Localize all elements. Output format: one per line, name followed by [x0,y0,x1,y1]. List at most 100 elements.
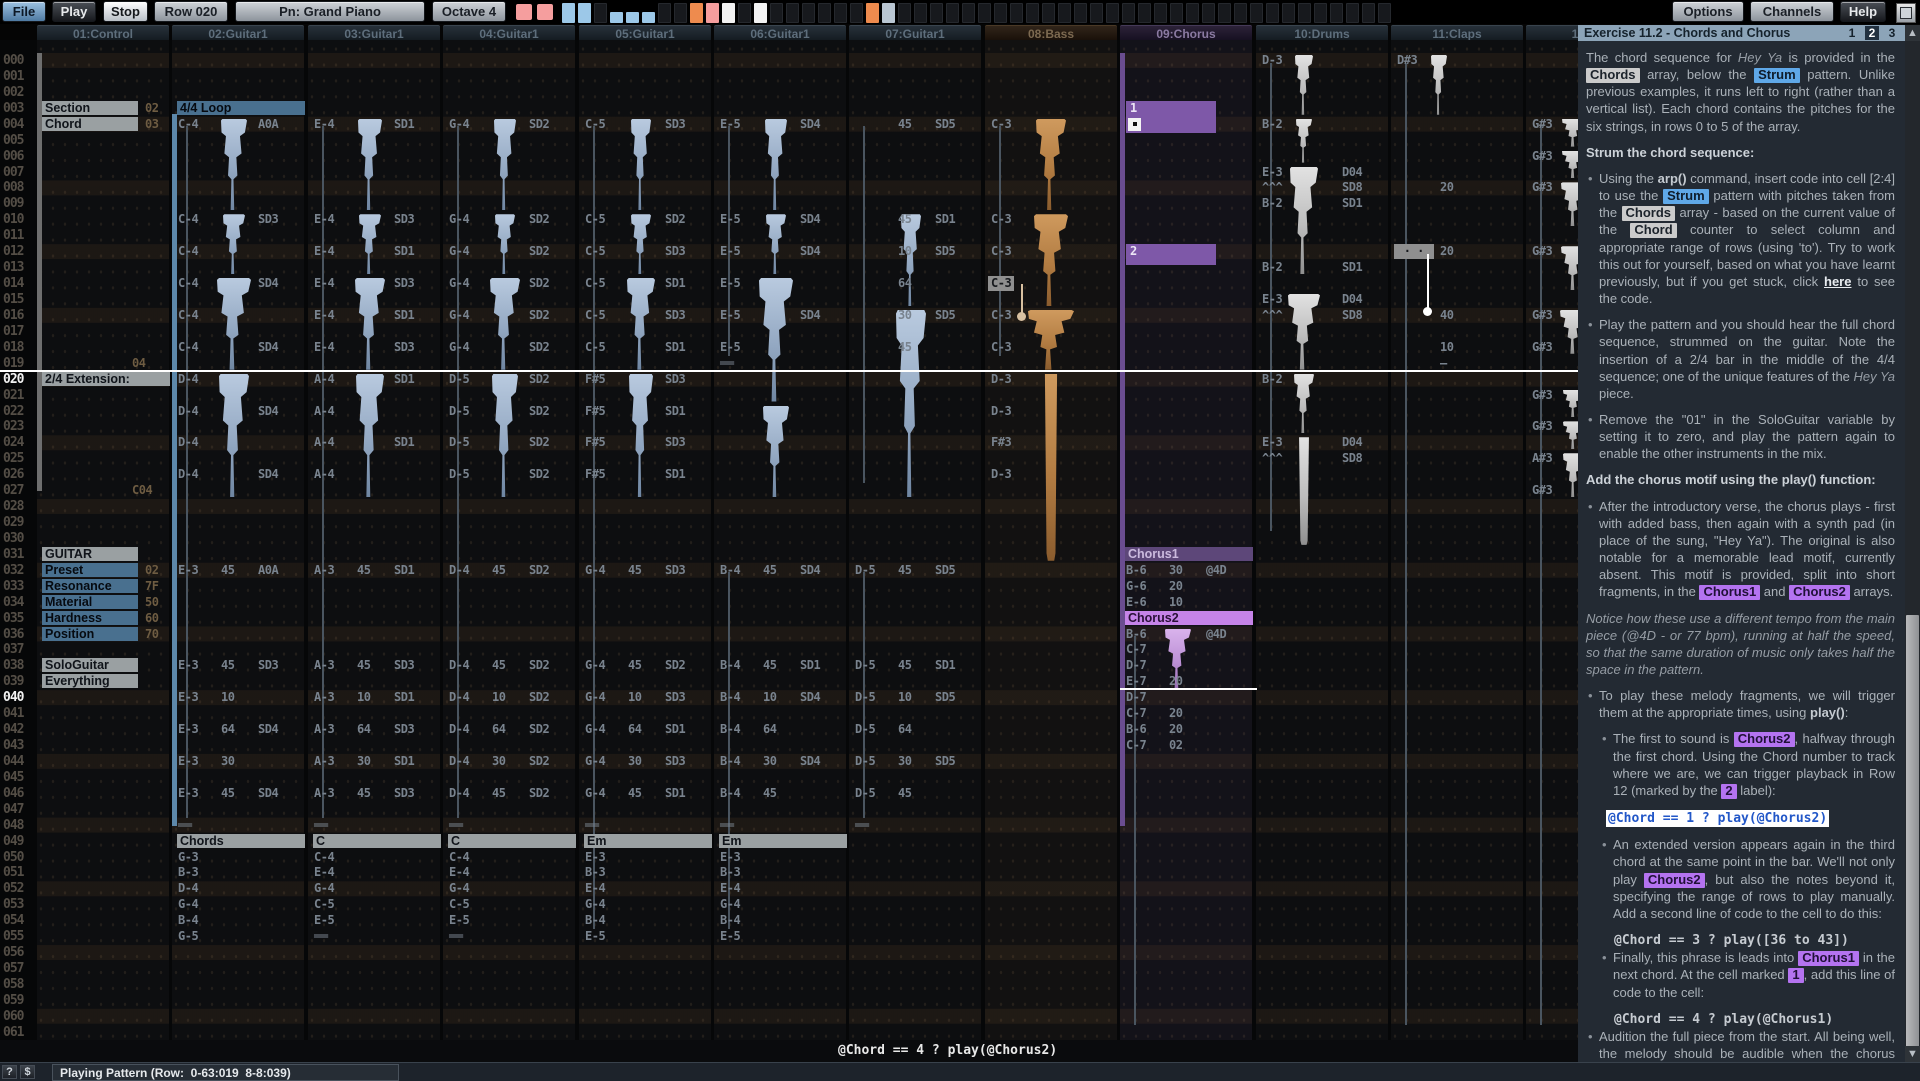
label-value[interactable]: 02 [145,563,158,578]
pattern-cell-note[interactable]: D-4 [178,467,198,482]
pattern-cell-note[interactable]: A-4 [314,404,334,419]
pattern-cell-note[interactable]: B-4 [720,563,740,578]
pattern-cell-fx[interactable]: SD3 [665,563,685,578]
pattern-cell-value[interactable]: 64 [221,722,234,737]
instrument-selector[interactable]: Pn: Grand Piano [235,1,425,22]
pattern-cell-note[interactable]: E-3 [178,722,198,737]
pattern-cell-value[interactable]: 02 [1169,738,1182,753]
pattern-cell-note[interactable]: D-5 [855,722,875,737]
pattern-cell-note[interactable]: D-4 [449,786,469,801]
pattern-cell-value[interactable]: 20 [1169,706,1182,721]
pattern-cell-note[interactable]: E-3 [720,850,740,865]
label-value[interactable]: 60 [145,611,158,626]
pattern-cell-value[interactable]: 20 [1440,180,1453,195]
pattern-cell-note[interactable]: G#3 [1532,149,1552,164]
pattern-cell-value[interactable]: 45 [763,658,776,673]
pattern-cell-fx[interactable]: SD1 [665,340,685,355]
section-label[interactable]: GUITAR [42,547,138,561]
section-label[interactable]: Em [584,834,712,848]
pattern-cell-value[interactable]: 20 [1169,579,1182,594]
section-label[interactable]: Material [42,595,138,609]
scroll-down-icon[interactable]: ▼ [1905,1046,1920,1062]
pattern-cell-note[interactable]: D-4 [178,404,198,419]
pattern-cell-note[interactable]: ══ [449,929,462,944]
channel-6[interactable]: EmE-5SD4E-5SD4E-5SD4E-5E-5SD4E-5══B-445S… [714,40,846,1040]
channel-header-06guitar1[interactable]: 06:Guitar1 [714,25,846,41]
pattern-cell-fx[interactable]: SD2 [529,786,549,801]
channel-1[interactable]: Section02Chord032/4 Extension:GUITARPres… [37,40,169,1040]
section-label[interactable]: Everything [42,674,138,688]
tutorial-page-1[interactable]: 1 [1845,26,1859,40]
pattern-cell-value[interactable]: 64 [898,276,911,291]
pattern-cell-value[interactable]: 10 [357,690,370,705]
pattern-cell-fx[interactable]: SD2 [529,212,549,227]
pattern-cell-note[interactable]: E-3 [1262,165,1282,180]
pattern-cell-fx[interactable]: SD3 [665,690,685,705]
pattern-cell-fx[interactable]: SD8 [1342,451,1362,466]
pattern-cell-fx[interactable]: D04 [1342,435,1362,450]
pattern-cell-note[interactable]: A-3 [314,658,334,673]
pattern-cell-note[interactable]: B-4 [720,786,740,801]
pattern-cell-note[interactable]: B-2 [1262,372,1282,387]
pattern-cell-value[interactable]: 64 [628,722,641,737]
pattern-cell-note[interactable]: C-3 [991,212,1011,227]
pattern-cell-fx[interactable]: SD3 [258,212,278,227]
pattern-cell-note[interactable]: G-4 [585,690,605,705]
section-label[interactable]: Chords [177,834,305,848]
pattern-cell-fx[interactable]: SD3 [665,754,685,769]
pattern-cell-note[interactable]: G-4 [585,722,605,737]
pattern-cell-note[interactable]: E-4 [314,276,334,291]
pattern-cell-note[interactable]: B-4 [720,754,740,769]
pattern-cell-note[interactable]: E-7 [1126,674,1146,689]
pattern-cell-fx[interactable]: SD3 [394,340,414,355]
channel-3[interactable]: CE-4SD1E-4SD3E-4SD1E-4SD3E-4SD1E-4SD3A-4… [308,40,440,1040]
channel-header-09chorus[interactable]: 09:Chorus [1120,25,1252,41]
pattern-cell-value[interactable]: 10 [1440,340,1453,355]
pattern-cell-note[interactable]: G-4 [314,881,334,896]
pattern-cell-note[interactable]: E-4 [314,308,334,323]
pattern-cell-note[interactable]: D-4 [449,722,469,737]
pattern-cell-note[interactable]: D-7 [1126,690,1146,705]
pattern-cell-note[interactable]: G-4 [449,308,469,323]
pattern-cell-fx[interactable]: SD5 [935,563,955,578]
pattern-cell-note[interactable]: C-7 [1126,738,1146,753]
pattern-cell-value[interactable]: 10 [221,690,234,705]
pattern-cell-note[interactable]: G-4 [585,754,605,769]
pattern-cell-fx[interactable]: SD3 [258,658,278,673]
section-label[interactable]: Hardness [42,611,138,625]
pattern-cell-note[interactable]: G#3 [1532,419,1552,434]
pattern-cell-note[interactable]: B-2 [1262,117,1282,132]
pattern-cell-value[interactable]: 45 [357,658,370,673]
pattern-cell-value[interactable]: 30 [492,754,505,769]
channel-header-05guitar1[interactable]: 05:Guitar1 [579,25,711,41]
pattern-cell-fx[interactable]: SD2 [529,117,549,132]
pattern-cell-value[interactable]: 30 [763,754,776,769]
channel-9[interactable]: Chorus1Chorus212B-630@4DG-620E-610B-6@4D… [1120,40,1252,1040]
pattern-cell-value[interactable]: 45 [357,786,370,801]
row-indicator[interactable]: Row 020 [154,1,228,22]
channel-11[interactable]: D#320 · ·204010— [1391,40,1523,1040]
pattern-cell-note[interactable]: G#3 [1532,340,1552,355]
pattern-cell-fx[interactable]: @4D [1206,563,1226,578]
stop-button[interactable]: Stop [103,1,148,22]
pattern-cell-note[interactable]: ══ [314,929,327,944]
pattern-cell-note[interactable]: E-4 [314,212,334,227]
pattern-cell-fx[interactable]: SD3 [665,372,685,387]
pattern-cell-note[interactable]: B-6 [1126,563,1146,578]
pattern-cell-value[interactable]: 45 [898,658,911,673]
pattern-cell-fx[interactable]: SD2 [529,308,549,323]
pattern-cell-note[interactable]: ══ [178,818,191,833]
pattern-cell-note[interactable]: E-4 [314,117,334,132]
pattern-cell-fx[interactable]: SD2 [529,658,549,673]
pattern-cell-note[interactable]: D-4 [178,881,198,896]
pattern-cell-note[interactable]: E-4 [314,244,334,259]
pattern-cell-note[interactable]: D-4 [449,563,469,578]
pattern-cell-value[interactable]: 64 [763,722,776,737]
section-label[interactable]: Resonance [42,579,138,593]
pattern-cell-note[interactable]: D-5 [449,467,469,482]
pattern-cell-note[interactable]: B-2 [1262,196,1282,211]
channel-5[interactable]: EmC-5SD3C-5SD2C-5SD3C-5SD1C-5SD3C-5SD1F#… [579,40,711,1040]
pattern-cell-fx[interactable]: SD4 [258,722,278,737]
pattern-cell-fx[interactable]: SD2 [529,435,549,450]
pattern-cell-fx[interactable]: SD3 [394,658,414,673]
